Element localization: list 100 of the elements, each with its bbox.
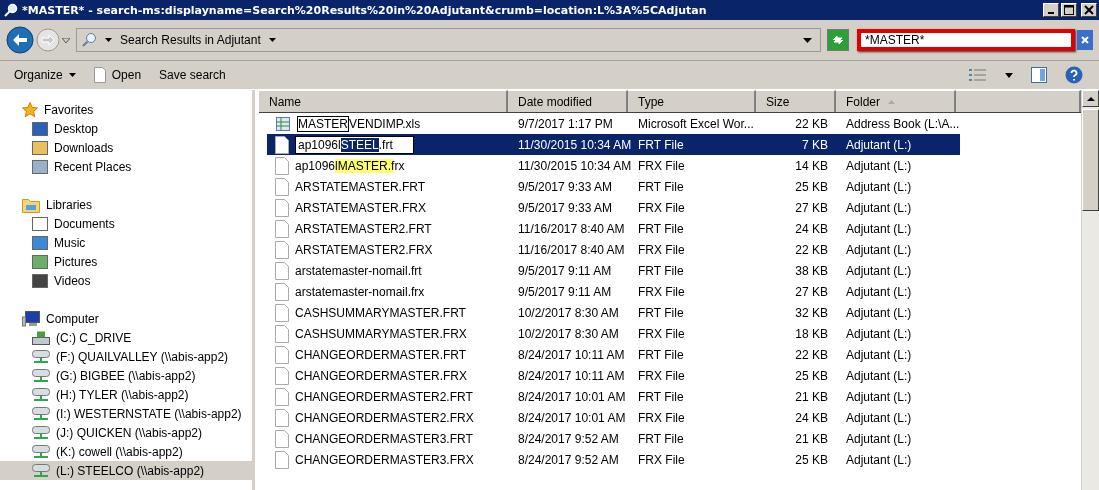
folder-cell-text: Adjutant (L:) xyxy=(845,200,913,215)
date-cell-text: 9/5/2017 9:33 AM xyxy=(517,179,614,194)
star-icon xyxy=(22,101,38,118)
file-row[interactable]: CHANGEORDERMASTER2.FRT 8/24/2017 10:01 AM FRT File 21 KB Adjutant (L:) xyxy=(267,386,960,407)
date-cell-text: 9/5/2017 9:11 AM xyxy=(517,263,613,278)
file-name: ARSTATEMASTER.FRX xyxy=(295,200,426,215)
column-header[interactable]: Size xyxy=(756,90,836,112)
sidebar-item[interactable]: (I:) WESTERNSTATE (\\abis-app2) xyxy=(0,404,252,423)
back-button[interactable] xyxy=(6,26,34,54)
network-drive-icon xyxy=(32,463,50,478)
sidebar-item[interactable]: (F:) QUAILVALLEY (\\abis-app2) xyxy=(0,347,252,366)
file-name: CASHSUMMARYMASTER.FRX xyxy=(295,326,467,341)
file-row[interactable]: ARSTATEMASTER.FRX 9/5/2017 9:33 AM FRX File 27 KB Adjutant (L:) xyxy=(267,197,960,218)
file-icon xyxy=(275,198,289,217)
computer-icon xyxy=(22,310,40,327)
library-item-icon xyxy=(32,120,48,137)
column-header[interactable]: Date modified xyxy=(508,90,628,112)
file-row[interactable]: CHANGEORDERMASTER2.FRX 8/24/2017 10:01 AM FRX File 24 KB Adjutant (L:) xyxy=(267,407,960,428)
file-row[interactable]: ARSTATEMASTER2.FRX 11/16/2017 8:40 AM FRX File 22 KB Adjutant (L:) xyxy=(267,239,960,260)
file-icon xyxy=(275,387,289,406)
dropdown-icon[interactable] xyxy=(803,37,812,43)
scroll-thumb[interactable] xyxy=(1082,109,1099,211)
column-header[interactable]: Folder xyxy=(836,90,956,112)
close-icon xyxy=(1080,35,1090,45)
type-cell-text: FRX File xyxy=(637,158,686,173)
file-row[interactable]: arstatemaster-nomail.frt 9/5/2017 9:11 AM FRT File 38 KB Adjutant (L:) xyxy=(267,260,960,281)
refresh-button[interactable] xyxy=(827,29,849,51)
file-row[interactable]: CHANGEORDERMASTER.FRX 8/24/2017 10:11 AM FRX File 25 KB Adjutant (L:) xyxy=(267,365,960,386)
sidebar-item[interactable]: Recent Places xyxy=(0,157,252,176)
file-row[interactable]: ARSTATEMASTER.FRT 9/5/2017 9:33 AM FRT File 25 KB Adjutant (L:) xyxy=(267,176,960,197)
file-row[interactable]: CHANGEORDERMASTER3.FRX 8/24/2017 9:52 AM FRX File 25 KB Adjutant (L:) xyxy=(267,449,960,470)
sidebar-item[interactable]: Documents xyxy=(0,214,252,233)
clear-button[interactable] xyxy=(1077,30,1093,50)
file-row[interactable]: CHANGEORDERMASTER3.FRT 8/24/2017 9:52 AM FRT File 21 KB Adjutant (L:) xyxy=(267,428,960,449)
sidebar-item[interactable]: Desktop xyxy=(0,119,252,138)
caret-icon[interactable] xyxy=(105,38,112,42)
file-icon xyxy=(275,135,289,154)
column-header[interactable]: Name xyxy=(259,90,508,112)
sidebar-item[interactable]: (L:) STEELCO (\\abis-app2) xyxy=(0,461,252,480)
scroll-up-button[interactable] xyxy=(1082,90,1099,107)
date-cell-text: 8/24/2017 10:11 AM xyxy=(517,347,626,362)
file-name: ARSTATEMASTER2.FRX xyxy=(295,242,433,257)
size-cell-text: 27 KB xyxy=(794,284,829,299)
view-icon[interactable] xyxy=(969,68,987,82)
file-icon xyxy=(275,219,289,238)
size-cell-text: 14 KB xyxy=(794,158,829,173)
close-button[interactable] xyxy=(1081,3,1097,17)
scrollbar[interactable] xyxy=(1081,90,1099,490)
caret-icon[interactable] xyxy=(1005,72,1013,78)
sidebar-item[interactable]: (C:) C_DRIVE xyxy=(0,328,252,347)
preview-pane-icon[interactable] xyxy=(1031,67,1047,83)
folder-cell-text: Adjutant (L:) xyxy=(845,368,913,383)
sidebar-item[interactable]: (H:) TYLER (\\abis-app2) xyxy=(0,385,252,404)
library-item-icon xyxy=(32,215,48,232)
sidebar-item[interactable]: Pictures xyxy=(0,252,252,271)
maximize-button[interactable] xyxy=(1061,3,1077,17)
sidebar-group[interactable]: Libraries xyxy=(0,195,252,214)
file-name: CHANGEORDERMASTER2.FRT xyxy=(295,389,473,404)
file-name: CHANGEORDERMASTER3.FRX xyxy=(295,452,474,467)
type-cell-text: FRT File xyxy=(637,221,685,236)
size-cell-text: 22 KB xyxy=(794,347,829,362)
open-button[interactable]: Open xyxy=(87,65,148,85)
file-row[interactable]: ARSTATEMASTER2.FRT 11/16/2017 8:40 AM FRT File 24 KB Adjutant (L:) xyxy=(267,218,960,239)
sidebar-item[interactable]: Music xyxy=(0,233,252,252)
sidebar-item[interactable]: Videos xyxy=(0,271,252,290)
drive-icon xyxy=(32,330,50,345)
file-row[interactable]: CHANGEORDERMASTER.FRT 8/24/2017 10:11 AM FRT File 22 KB Adjutant (L:) xyxy=(267,344,960,365)
size-cell-text: 32 KB xyxy=(794,305,829,320)
folder-cell-text: Adjutant (L:) xyxy=(845,326,913,341)
file-row[interactable]: CASHSUMMARYMASTER.FRX 10/2/2017 8:30 AM FRX File 18 KB Adjutant (L:) xyxy=(267,323,960,344)
sidebar-item[interactable]: (J:) QUICKEN (\\abis-app2) xyxy=(0,423,252,442)
sidebar-group[interactable]: Computer xyxy=(0,309,252,328)
breadcrumb[interactable]: Search Results in Adjutant xyxy=(120,33,261,47)
address-bar[interactable]: Search Results in Adjutant xyxy=(76,28,821,52)
date-cell-text: 9/5/2017 9:33 AM xyxy=(517,200,614,215)
caret-icon xyxy=(68,73,76,77)
minimize-button[interactable] xyxy=(1043,3,1059,17)
type-cell-text: FRX File xyxy=(637,326,686,341)
sidebar-item[interactable]: (G:) BIGBEE (\\abis-app2) xyxy=(0,366,252,385)
type-cell-text: FRX File xyxy=(637,284,686,299)
file-row[interactable]: CASHSUMMARYMASTER.FRT 10/2/2017 8:30 AM FRT File 32 KB Adjutant (L:) xyxy=(267,302,960,323)
size-cell-text: 21 KB xyxy=(794,431,829,446)
search-field[interactable]: *MASTER* xyxy=(857,29,1075,51)
network-drive-icon xyxy=(32,368,50,383)
caret-icon[interactable] xyxy=(268,38,276,42)
size-cell-text: 24 KB xyxy=(794,221,829,236)
sidebar-item[interactable]: (K:) cowell (\\abis-app2) xyxy=(0,442,252,461)
organize-button[interactable]: Organize xyxy=(8,66,82,84)
save-search-button[interactable]: Save search xyxy=(153,66,232,84)
file-row[interactable]: MASTERVENDIMP.xls 9/7/2017 1:17 PM Microsoft Excel Wor... 22 KB Address Book (L:\A... xyxy=(267,113,960,134)
date-cell-text: 9/5/2017 9:11 AM xyxy=(517,284,613,299)
size-cell-text: 38 KB xyxy=(794,263,829,278)
file-row[interactable]: arstatemaster-nomail.frx 9/5/2017 9:11 AM FRX File 27 KB Adjutant (L:) xyxy=(267,281,960,302)
sidebar-group[interactable]: Favorites xyxy=(0,100,252,119)
column-header[interactable]: Type xyxy=(628,90,756,112)
sidebar-item[interactable]: Downloads xyxy=(0,138,252,157)
type-cell-text: FRT File xyxy=(637,305,685,320)
help-icon[interactable] xyxy=(1065,66,1083,84)
library-item-icon xyxy=(32,139,48,156)
type-cell-text: FRT File xyxy=(637,179,685,194)
